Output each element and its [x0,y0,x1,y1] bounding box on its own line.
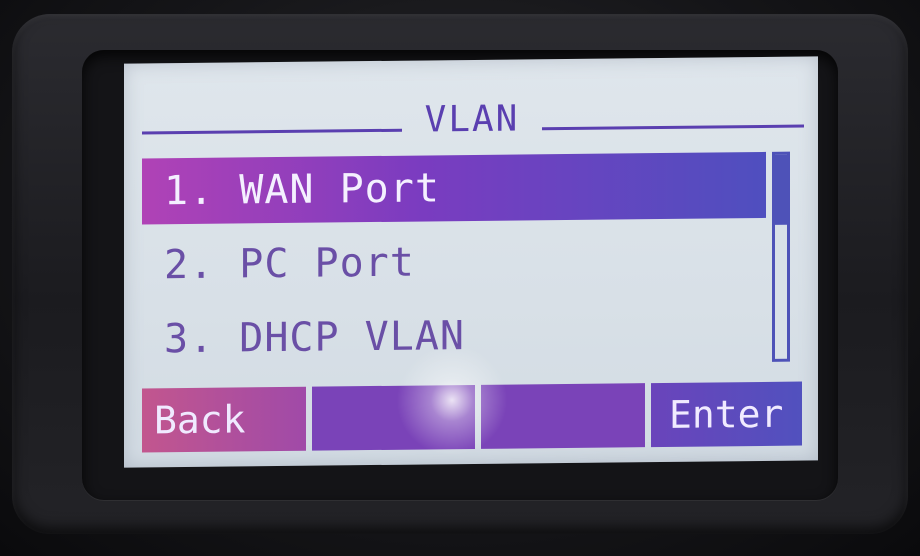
menu-scrollbar[interactable] [772,151,790,362]
title-rule-left [142,128,402,135]
scrollbar-thumb[interactable] [775,154,787,225]
phone-photo: VLAN 1. WAN Port 2. PC Port 3. DHCP VLAN… [0,0,920,556]
vlan-menu: 1. WAN Port 2. PC Port 3. DHCP VLAN [142,151,766,381]
title-rule-right [542,124,804,131]
lcd-screen: VLAN 1. WAN Port 2. PC Port 3. DHCP VLAN… [124,56,818,468]
softkey-2[interactable] [311,384,475,451]
menu-item-wan-port[interactable]: 1. WAN Port [142,151,766,225]
screen-header: VLAN [142,97,804,144]
back-softkey[interactable]: Back [142,386,306,453]
menu-item-pc-port[interactable]: 2. PC Port [142,226,766,299]
softkey-3[interactable] [481,383,645,449]
menu-item-dhcp-vlan[interactable]: 3. DHCP VLAN [142,300,766,373]
enter-softkey[interactable]: Enter [650,381,802,448]
softkey-bar: Back Enter [142,381,802,453]
page-title: VLAN [424,98,520,141]
